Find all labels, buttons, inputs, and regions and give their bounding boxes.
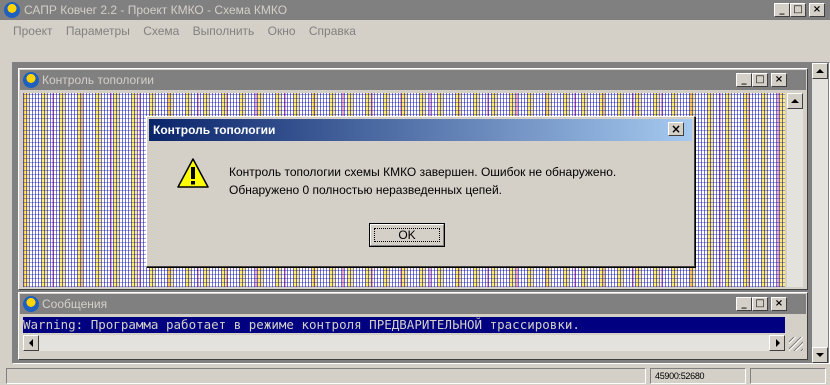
main-vertical-scrollbar[interactable] (812, 63, 828, 363)
dialog-message-line2: Обнаружено 0 полностью неразведенных цеп… (229, 183, 502, 197)
app-logo-icon (4, 2, 20, 18)
dialog-close-button[interactable]: × (668, 122, 684, 136)
dialog-titlebar[interactable]: Контроль топологии × (149, 119, 692, 141)
topology-window-maximize-button[interactable]: □ (752, 73, 768, 87)
topology-window-minimize-button[interactable]: _ (736, 73, 752, 87)
menu-item-schema[interactable]: Схема (138, 20, 184, 42)
messages-window-logo-icon (23, 296, 39, 312)
messages-window: Сообщения _ □ × Warning: Программа работ… (18, 292, 808, 360)
statusbar: 45900:52680 (0, 366, 830, 385)
app-minimize-button[interactable]: _ (774, 3, 790, 17)
app-window: САПР Ковчег 2.2 - Проект КМКО - Схема КМ… (0, 0, 830, 385)
topology-vertical-scrollbar[interactable] (787, 93, 803, 287)
messages-window-title: Сообщения (42, 297, 108, 311)
messages-horizontal-scrollbar[interactable] (23, 335, 785, 351)
menu-item-project[interactable]: Проект (8, 20, 58, 42)
app-maximize-button[interactable]: □ (790, 3, 806, 17)
app-titlebar[interactable]: САПР Ковчег 2.2 - Проект КМКО - Схема КМ… (0, 0, 830, 20)
main-scroll-down-button[interactable] (812, 347, 828, 363)
topology-check-dialog: Контроль топологии × Контроль топологии … (146, 116, 695, 267)
topology-window-close-button[interactable]: × (771, 73, 787, 87)
statusbar-coordinates-panel: 45900:52680 (650, 368, 746, 384)
dialog-ok-label: OK (398, 228, 416, 242)
menu-item-help[interactable]: Справка (304, 20, 361, 42)
topology-scroll-up-button[interactable] (787, 93, 803, 109)
message-line: Warning: Программа работает в режиме кон… (23, 317, 580, 332)
menu-bar: Проект Параметры Схема Выполнить Окно Сп… (8, 20, 828, 42)
statusbar-extra-panel (750, 368, 826, 384)
app-title: САПР Ковчег 2.2 - Проект КМКО - Схема КМ… (24, 3, 288, 17)
dialog-title: Контроль топологии (153, 123, 276, 137)
warning-icon (177, 158, 209, 188)
topology-window-logo-icon (23, 72, 39, 88)
menu-item-window[interactable]: Окно (263, 20, 301, 42)
messages-scroll-right-button[interactable] (769, 335, 785, 351)
statusbar-main-panel (6, 368, 646, 384)
menu-item-parameters[interactable]: Параметры (61, 20, 135, 42)
main-scroll-up-button[interactable] (812, 63, 828, 79)
messages-window-close-button[interactable]: × (771, 297, 787, 311)
dialog-ok-button[interactable]: OK (369, 223, 445, 247)
statusbar-coordinates: 45900:52680 (655, 371, 705, 381)
messages-window-minimize-button[interactable]: _ (736, 297, 752, 311)
messages-scroll-left-button[interactable] (23, 335, 39, 351)
messages-window-maximize-button[interactable]: □ (752, 297, 768, 311)
dialog-message-line1: Контроль топологии схемы КМКО завершен. … (229, 165, 617, 179)
topology-window-title: Контроль топологии (42, 73, 154, 87)
messages-resize-grip[interactable] (789, 337, 803, 351)
menu-item-run[interactable]: Выполнить (188, 20, 260, 42)
app-close-button[interactable]: × (809, 3, 825, 17)
topology-window-titlebar[interactable]: Контроль топологии _ □ × (20, 70, 806, 90)
messages-window-titlebar[interactable]: Сообщения _ □ × (20, 294, 806, 314)
messages-list[interactable]: Warning: Программа работает в режиме кон… (23, 317, 785, 333)
